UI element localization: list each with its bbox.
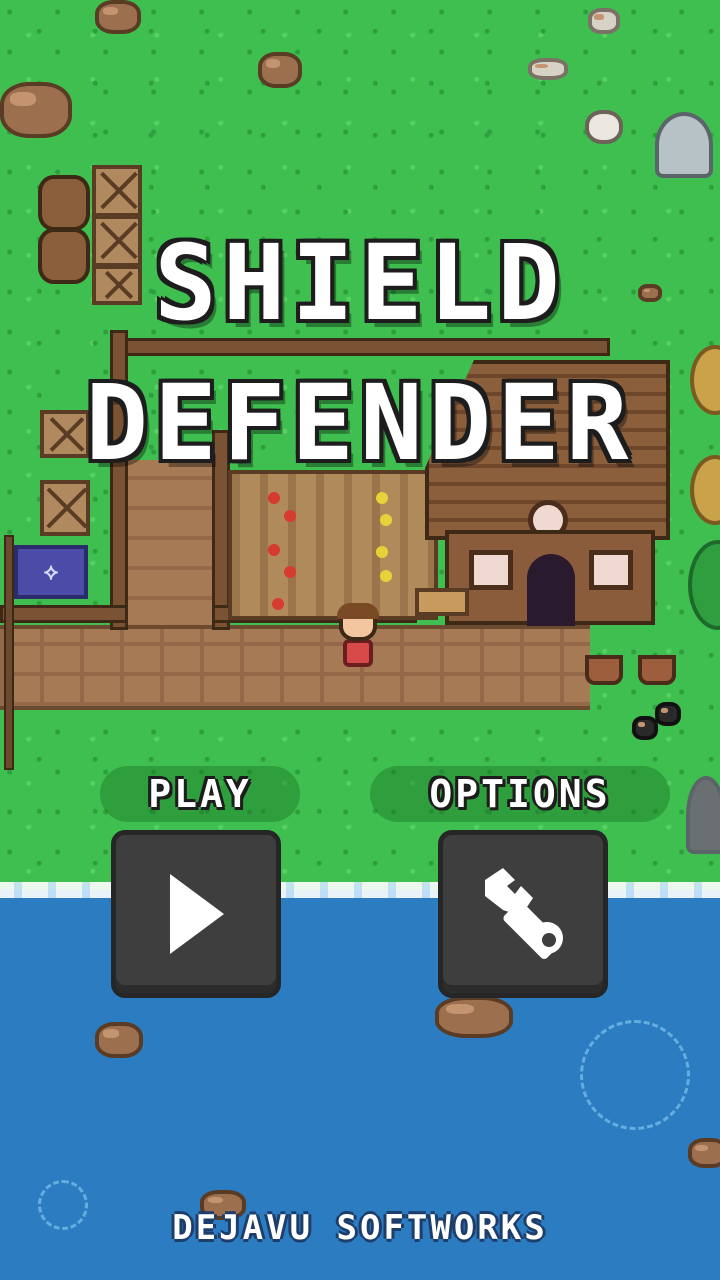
house-window <box>589 550 633 590</box>
water-ripple <box>580 1020 690 1130</box>
tomato-plant <box>284 566 296 578</box>
rock-decoration <box>0 82 72 138</box>
bones-decoration <box>528 58 568 80</box>
water-rock <box>688 1138 720 1168</box>
corn-plant <box>380 514 392 526</box>
shoreline <box>0 882 720 898</box>
water-rock <box>95 1022 143 1058</box>
bones-decoration <box>588 8 620 34</box>
crop-field <box>228 470 438 620</box>
rock-decoration <box>95 0 141 34</box>
house-window <box>469 550 513 590</box>
banner-flag: ⟡ <box>14 545 88 599</box>
hero-hair <box>337 603 379 619</box>
game-title-line2: DEFENDER <box>85 362 635 484</box>
play-button[interactable] <box>111 830 281 998</box>
tomato-plant <box>284 510 296 522</box>
fence <box>0 605 128 623</box>
rock-decoration <box>632 716 658 740</box>
wooden-sign <box>415 588 469 616</box>
options-button[interactable] <box>438 830 608 998</box>
crate-decoration <box>40 480 90 536</box>
corn-plant <box>376 546 388 558</box>
water-rock <box>435 996 513 1038</box>
game-title-line1: SHIELD <box>154 222 566 344</box>
corn-plant <box>376 492 388 504</box>
tomato-plant <box>272 598 284 610</box>
tomato-plant <box>268 492 280 504</box>
hero-body <box>343 639 373 667</box>
hero-character <box>333 603 383 667</box>
dirt-path <box>0 625 590 710</box>
crate-decoration <box>92 165 142 217</box>
house <box>445 530 655 626</box>
tombstone-decoration <box>655 112 713 178</box>
developer-credit: DEJAVU SOFTWORKS <box>172 1208 548 1248</box>
tombstone-decoration <box>686 776 720 854</box>
dirt-path <box>120 460 215 630</box>
skull-decoration <box>585 110 623 144</box>
barrel-decoration <box>38 175 90 231</box>
wrench-icon <box>485 868 563 960</box>
rock-decoration <box>258 52 302 88</box>
play-icon <box>170 874 224 954</box>
tomato-plant <box>268 544 280 556</box>
flag-pole <box>4 535 14 770</box>
rock-decoration <box>655 702 681 726</box>
options-label: OPTIONS <box>370 766 670 822</box>
house-door <box>527 554 575 626</box>
play-label: PLAY <box>100 766 300 822</box>
corn-plant <box>380 570 392 582</box>
flower-pot <box>585 655 623 685</box>
flower-pot <box>638 655 676 685</box>
